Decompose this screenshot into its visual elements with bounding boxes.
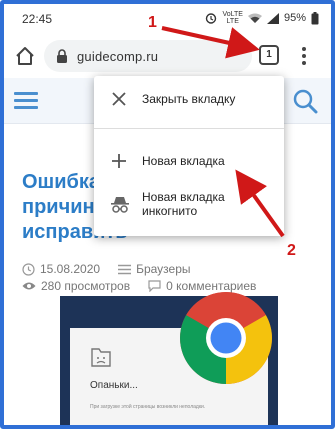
hamburger-menu-icon[interactable] xyxy=(14,92,38,110)
article-category[interactable]: Браузеры xyxy=(136,262,190,276)
status-icons: VoLTE LTE 95% xyxy=(205,11,319,25)
network-top-label: VoLTE xyxy=(222,11,243,18)
thumbnail-note: При загрузке этой страницы возникли непо… xyxy=(90,404,206,410)
wifi-icon xyxy=(247,13,262,23)
network-type: VoLTE LTE xyxy=(222,11,243,25)
incognito-icon xyxy=(111,197,129,213)
status-bar: 22:45 VoLTE LTE 95% xyxy=(4,4,331,34)
address-bar[interactable]: guidecomp.ru xyxy=(44,40,252,72)
thumbnail-heading: Опаньки... xyxy=(90,380,138,391)
browser-overflow-menu: Закрыть вкладку Новая вкладка Новая вкла… xyxy=(94,76,284,236)
menu-item-new-incognito-tab[interactable]: Новая вкладка инкогнито xyxy=(94,188,284,222)
status-time: 22:45 xyxy=(22,12,53,26)
plus-icon xyxy=(112,154,126,168)
more-menu-icon[interactable] xyxy=(294,44,314,68)
article-date: 15.08.2020 xyxy=(40,262,101,276)
annotation-step-1: 1 xyxy=(148,14,157,31)
annotation-step-2: 2 xyxy=(287,242,296,259)
menu-item-label: Закрыть вкладку xyxy=(142,92,236,106)
eye-icon xyxy=(22,282,36,290)
battery-icon xyxy=(311,11,319,24)
menu-item-label: Новая вкладка инкогнито xyxy=(142,190,225,218)
menu-divider xyxy=(94,128,284,129)
list-icon xyxy=(118,264,132,274)
tab-switcher-button[interactable]: 1 xyxy=(259,45,279,65)
browser-toolbar: guidecomp.ru 1 xyxy=(4,34,331,78)
chrome-logo-icon xyxy=(180,292,272,384)
search-icon[interactable] xyxy=(292,88,318,114)
alarm-icon xyxy=(206,13,217,24)
article-views: 280 просмотров xyxy=(41,279,131,293)
article-thumbnail: Опаньки... При загрузке этой страницы во… xyxy=(60,292,278,425)
menu-item-label: Новая вкладка xyxy=(142,154,225,168)
clock-icon xyxy=(22,262,35,276)
menu-item-new-tab[interactable]: Новая вкладка xyxy=(94,152,284,180)
article-meta-row-1: 15.08.2020 Браузеры xyxy=(22,262,191,276)
url-text[interactable]: guidecomp.ru xyxy=(77,49,158,64)
signal-icon xyxy=(266,12,279,24)
close-icon xyxy=(112,92,126,106)
lock-icon xyxy=(57,49,67,63)
phone-screen: 22:45 VoLTE LTE 95% guidecomp.ru 1 Ошибк… xyxy=(0,0,335,429)
menu-item-close-tab[interactable]: Закрыть вкладку xyxy=(94,90,284,118)
network-bottom-label: LTE xyxy=(226,18,239,25)
battery-level: 95% xyxy=(283,12,306,24)
comment-icon xyxy=(148,280,161,292)
sad-tab-icon xyxy=(91,348,111,367)
home-icon[interactable] xyxy=(14,45,36,67)
